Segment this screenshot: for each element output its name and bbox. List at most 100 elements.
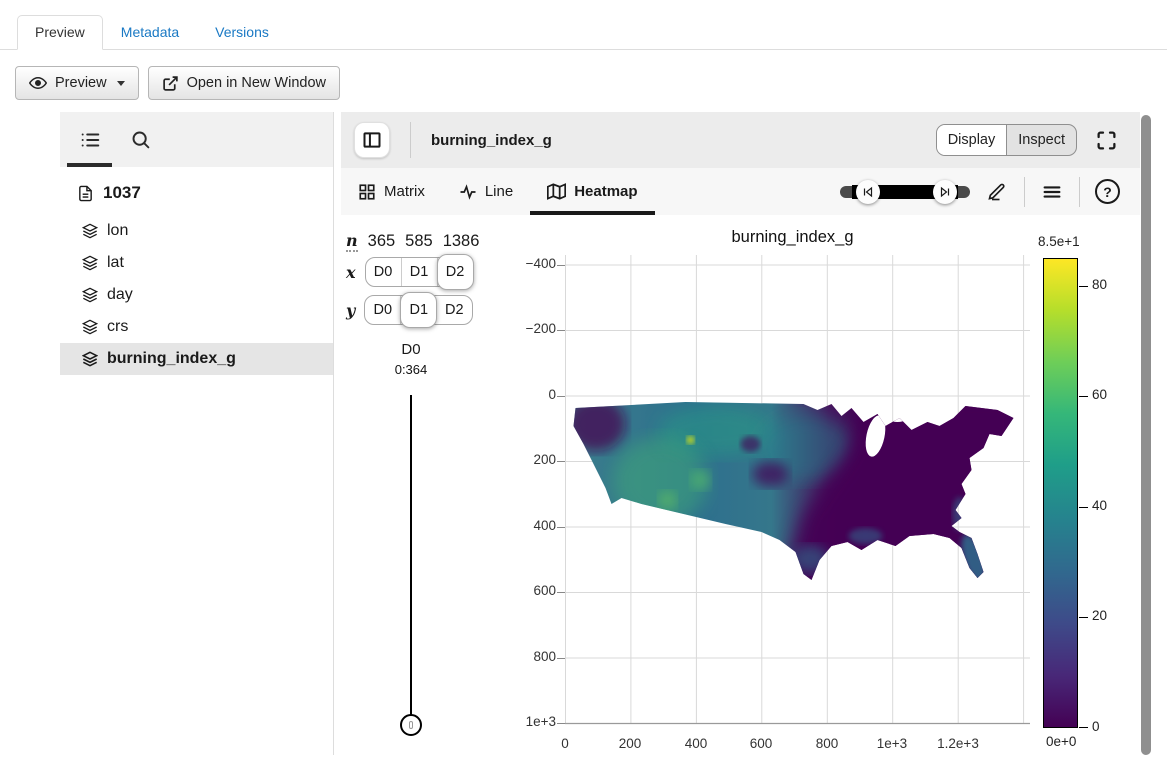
x-tick-label: 400 [664, 736, 728, 751]
external-link-icon [162, 75, 179, 92]
y-tick-label: 1e+3 [508, 714, 556, 729]
y-tick-mark [557, 265, 565, 266]
y-tick-mark [557, 396, 565, 397]
display-mode-button[interactable]: Display [937, 125, 1008, 155]
x-dim-d0-button[interactable]: D0 [366, 258, 402, 286]
eye-icon [29, 74, 47, 92]
open-new-window-button[interactable]: Open in New Window [148, 66, 340, 100]
tree-item-burning-index-g[interactable]: burning_index_g [60, 343, 333, 375]
colorbar-tick-label: 80 [1092, 277, 1107, 292]
y-dim-d2-button[interactable]: D2 [436, 296, 472, 324]
colorbar [1043, 258, 1078, 728]
matrix-grid-icon [358, 183, 376, 201]
preview-button-label: Preview [55, 75, 107, 91]
tree-item-lon[interactable]: lon [60, 215, 333, 247]
tree-item-label: burning_index_g [107, 350, 236, 368]
y-tick-mark [557, 527, 565, 528]
toolbar-divider [410, 122, 411, 158]
x-tick-label: 200 [598, 736, 662, 751]
viewer-title-toolbar: burning_index_g Display Inspect [341, 112, 1140, 168]
y-dim-d1-button[interactable]: D1 [400, 292, 437, 328]
y-tick-label: 200 [508, 452, 556, 467]
x-dim-group: D0 D1 D2 [365, 257, 474, 287]
root-file-label: 1037 [103, 183, 141, 203]
colorbar-max-label: 8.5e+1 [1038, 234, 1080, 249]
slice-dim-label: D0 [381, 341, 441, 358]
file-icon [76, 181, 94, 205]
y-axis-label: y [346, 301, 355, 320]
dataset-layers-icon [81, 283, 98, 307]
slice-slider-track[interactable] [410, 395, 412, 725]
x-dim-d2-button[interactable]: D2 [437, 254, 474, 290]
dataset-layers-icon [81, 347, 98, 371]
edit-domain-icon[interactable] [985, 180, 1009, 204]
display-inspect-toggle: Display Inspect [936, 124, 1077, 156]
colorbar-tick-label: 40 [1092, 498, 1107, 513]
y-tick-label: −200 [508, 321, 556, 336]
y-dim-d0-button[interactable]: D0 [365, 296, 401, 324]
menu-icon[interactable] [1040, 180, 1064, 204]
vis-tab-line[interactable]: Line [442, 168, 530, 215]
x-tick-label: 600 [729, 736, 793, 751]
vis-tab-matrix[interactable]: Matrix [341, 168, 442, 215]
tree-item-day[interactable]: day [60, 279, 333, 311]
dim-size: 1386 [443, 232, 480, 251]
tree-list-icon[interactable] [78, 128, 102, 152]
sidebar-toggle-button[interactable] [354, 122, 390, 158]
n-label: n [346, 231, 358, 252]
tree-item-label: day [107, 286, 133, 304]
x-tick-label: 1e+3 [860, 736, 924, 751]
help-icon[interactable]: ? [1095, 179, 1120, 204]
vis-tab-heatmap[interactable]: Heatmap [530, 168, 654, 215]
pen-icon [987, 182, 1007, 202]
y-tick-mark [557, 592, 565, 593]
heatmap-canvas[interactable] [565, 396, 1020, 588]
toolbar-divider [1079, 177, 1080, 207]
colorbar-tick-label: 60 [1092, 387, 1107, 402]
vis-tab-label: Line [485, 183, 513, 200]
y-tick-label: −400 [508, 256, 556, 271]
y-tick-label: 400 [508, 518, 556, 533]
y-tick-label: 800 [508, 649, 556, 664]
explorer-sidebar: 1037 lon lat day crs [60, 112, 334, 755]
tree-item-label: crs [107, 318, 128, 336]
toolbar-divider [1024, 177, 1025, 207]
inspect-mode-button[interactable]: Inspect [1007, 125, 1076, 155]
tab-metadata[interactable]: Metadata [103, 15, 197, 50]
tab-preview[interactable]: Preview [17, 15, 103, 50]
dataset-layers-icon [81, 315, 98, 339]
domain-slider[interactable] [840, 179, 970, 205]
vis-tab-label: Heatmap [574, 183, 637, 200]
tree-item-lat[interactable]: lat [60, 247, 333, 279]
dataset-layers-icon [81, 251, 98, 275]
colorbar-tick-mark [1079, 507, 1088, 508]
tree-item-label: lat [107, 254, 124, 272]
tree-item-label: lon [107, 222, 128, 240]
tree-item-crs[interactable]: crs [60, 311, 333, 343]
y-dim-mapper-row: y D0 D1 D2 [346, 295, 473, 325]
colorbar-tick-label: 20 [1092, 608, 1107, 623]
x-axis-label: x [346, 263, 356, 282]
slice-slider-handle[interactable] [400, 714, 422, 736]
sidebar-panel-icon [362, 130, 382, 150]
open-button-label: Open in New Window [187, 75, 326, 91]
tab-versions[interactable]: Versions [197, 15, 287, 50]
domain-slider-max-thumb[interactable] [933, 180, 957, 204]
y-tick-mark [557, 330, 565, 331]
app-root: Preview Metadata Versions Preview Open i… [0, 0, 1167, 762]
preview-dropdown-button[interactable]: Preview [15, 66, 139, 100]
explorer-active-tab-underline [67, 163, 112, 167]
tree-root-file[interactable]: 1037 [60, 167, 333, 215]
colorbar-tick-label: 0 [1092, 719, 1100, 734]
skip-back-icon [862, 186, 874, 198]
search-icon[interactable] [128, 128, 152, 152]
action-bar: Preview Open in New Window [15, 66, 340, 100]
colorbar-tick-mark [1079, 617, 1088, 618]
x-dim-d1-button[interactable]: D1 [402, 258, 438, 286]
fullscreen-icon[interactable] [1094, 128, 1118, 152]
heatmap-map-icon [547, 182, 566, 201]
scrollbar[interactable] [1141, 115, 1151, 755]
domain-slider-min-thumb[interactable] [856, 180, 880, 204]
colorbar-tick-mark [1079, 396, 1088, 397]
chart-title: burning_index_g [565, 228, 1020, 247]
